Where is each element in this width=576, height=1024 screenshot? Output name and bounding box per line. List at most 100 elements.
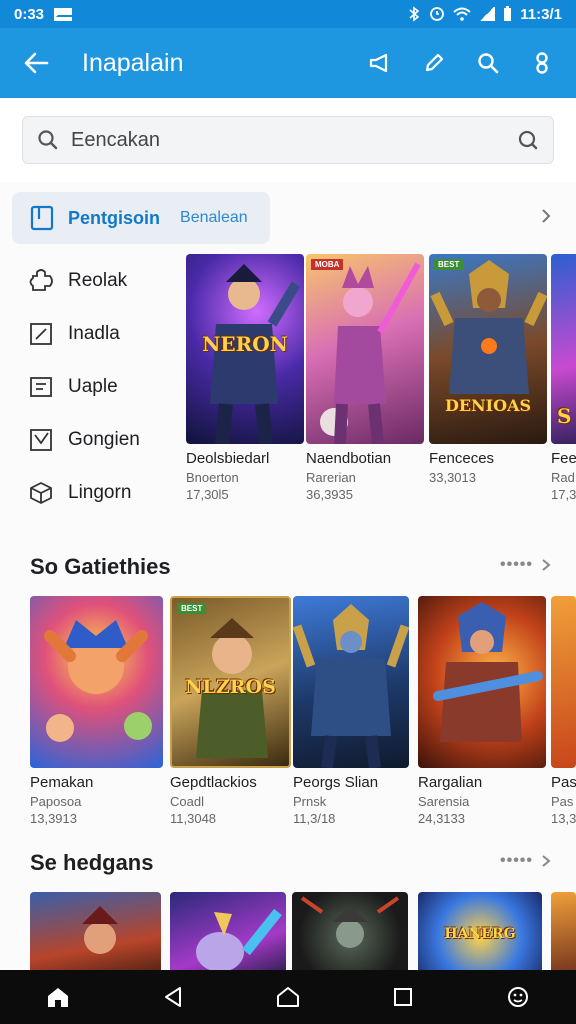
home-tab-button[interactable] xyxy=(38,977,78,1017)
page-title: Inapalain xyxy=(82,48,184,77)
game-name: Rargalian xyxy=(418,774,483,791)
battery-icon xyxy=(504,6,512,21)
game-card[interactable]: Peorgs Slian Prnsk 11,3/18 xyxy=(293,596,409,826)
category-sublabel: Benalean xyxy=(180,209,248,226)
check-square-icon xyxy=(30,428,52,451)
game-developer: Rarerian xyxy=(306,470,356,485)
section-title: Se hedgans xyxy=(30,850,154,875)
sidebar-item[interactable]: Gongien xyxy=(28,413,178,466)
game-name: Naendbotian xyxy=(306,450,392,467)
sidebar-item[interactable]: Lingorn xyxy=(28,466,178,519)
back-button[interactable] xyxy=(16,43,56,83)
game-count: 24,3133 xyxy=(418,811,465,826)
game-name: Gepdtlackios xyxy=(170,774,257,791)
bluetooth-icon xyxy=(409,6,420,22)
hero-illustration xyxy=(430,260,547,394)
game-card[interactable]: HANERG xyxy=(418,892,542,970)
chevron-right-icon xyxy=(542,559,551,571)
game-card[interactable]: Pas Pas 13,3 xyxy=(551,596,576,826)
alarm-icon xyxy=(430,7,445,21)
game-card[interactable] xyxy=(170,892,286,970)
edit-square-icon xyxy=(30,322,52,345)
game-art: S xyxy=(551,254,576,444)
game-card[interactable]: Pemakan Paposoa 13,3913 xyxy=(30,596,163,826)
hero-illustration xyxy=(320,262,421,444)
recents-nav-button[interactable] xyxy=(383,977,423,1017)
content-area: Pentgisoin Benalean Reolak Inadla Uaple … xyxy=(0,182,576,970)
section-more-button[interactable]: ••••• xyxy=(500,852,551,870)
game-name: Peorgs Slian xyxy=(293,774,379,791)
assistant-nav-button[interactable] xyxy=(498,977,538,1017)
game-badge: BEST xyxy=(434,259,464,270)
game-developer: Bnoerton xyxy=(186,470,239,485)
system-nav-bar xyxy=(0,970,576,1024)
sidebar-item[interactable]: Uaple xyxy=(28,360,178,413)
game-art xyxy=(170,892,286,970)
game-art: BEST DENIOAS xyxy=(429,254,547,444)
game-art xyxy=(30,892,161,970)
more-dots-icon: ••••• xyxy=(500,852,534,869)
announce-button[interactable] xyxy=(362,45,398,81)
game-art-title: DENIOAS xyxy=(444,396,532,415)
game-count: 17,3 xyxy=(551,487,576,502)
hero-illustration xyxy=(293,604,409,768)
cube-icon xyxy=(30,481,52,504)
account-button[interactable] xyxy=(524,45,560,81)
game-card[interactable] xyxy=(551,892,576,970)
game-card[interactable]: MOBA Naendbotian Rarerian 36,3935 xyxy=(306,254,424,502)
game-name: Pas xyxy=(551,774,576,791)
pencil-icon xyxy=(425,53,444,72)
sidebar-list: Reolak Inadla Uaple Gongien Lingorn xyxy=(28,254,178,519)
game-count: 36,3935 xyxy=(306,487,353,502)
chevron-right-icon xyxy=(542,855,551,867)
back-nav-button[interactable] xyxy=(153,977,193,1017)
game-card[interactable]: BEST NLZROS Gepdtlackios Coadl 11,3048 xyxy=(170,596,291,826)
game-card[interactable]: Rargalian Sarensia 24,3133 xyxy=(418,596,546,826)
list-box-icon xyxy=(30,376,52,397)
puzzle-icon xyxy=(29,268,53,291)
hero-illustration xyxy=(433,602,543,742)
game-art-title: NERON xyxy=(202,332,288,356)
triangle-back-icon xyxy=(164,987,181,1007)
game-art xyxy=(293,596,409,768)
hero-illustration xyxy=(82,906,118,954)
category-selector[interactable]: Pentgisoin Benalean xyxy=(12,192,270,244)
home-nav-button[interactable] xyxy=(268,977,308,1017)
smiley-icon xyxy=(508,987,529,1007)
game-card[interactable]: NERON Deolsbiedarl Bnoerton 17,30l5 xyxy=(186,254,304,502)
game-card[interactable]: BEST DENIOAS Fenceces 33,3013 xyxy=(429,254,547,487)
more-dots-icon: ••••• xyxy=(500,556,534,573)
search-icon xyxy=(478,53,499,74)
voice-search-icon[interactable] xyxy=(517,129,539,151)
status-time: 0:33 xyxy=(14,5,45,23)
game-count: 13,3 xyxy=(551,811,576,826)
app-bar-actions xyxy=(362,45,560,81)
game-developer: Prnsk xyxy=(293,794,327,809)
sidebar-item[interactable]: Inadla xyxy=(28,307,178,360)
edit-button[interactable] xyxy=(416,45,452,81)
game-developer: 33,3013 xyxy=(429,470,476,485)
search-input[interactable]: Eencakan xyxy=(22,116,554,164)
game-count: 11,3048 xyxy=(170,811,217,826)
square-recents-icon xyxy=(394,988,413,1006)
arrow-left-icon xyxy=(24,52,49,74)
user-settings-icon xyxy=(536,52,548,74)
game-art-title: NLZROS xyxy=(185,676,276,698)
home-icon xyxy=(47,988,68,1007)
chevron-right-icon[interactable] xyxy=(540,208,552,224)
wifi-icon xyxy=(453,7,471,21)
search-button[interactable] xyxy=(470,45,506,81)
game-developer: Pas xyxy=(551,794,574,809)
status-bar: 0:33 11:3/1 xyxy=(0,0,576,28)
game-name: Pemakan xyxy=(30,774,94,791)
hero-illustration xyxy=(196,908,282,970)
game-developer: Paposoa xyxy=(30,794,82,809)
megaphone-icon xyxy=(369,53,388,73)
game-card[interactable] xyxy=(292,892,408,970)
game-art-title: HANERG xyxy=(444,926,516,942)
sidebar-item[interactable]: Reolak xyxy=(28,254,178,307)
game-card[interactable]: S Fee Rad 17,3 xyxy=(551,254,576,502)
status-indicators: 11:3/1 xyxy=(407,6,562,23)
game-card[interactable] xyxy=(30,892,161,970)
section-more-button[interactable]: ••••• xyxy=(500,556,551,574)
